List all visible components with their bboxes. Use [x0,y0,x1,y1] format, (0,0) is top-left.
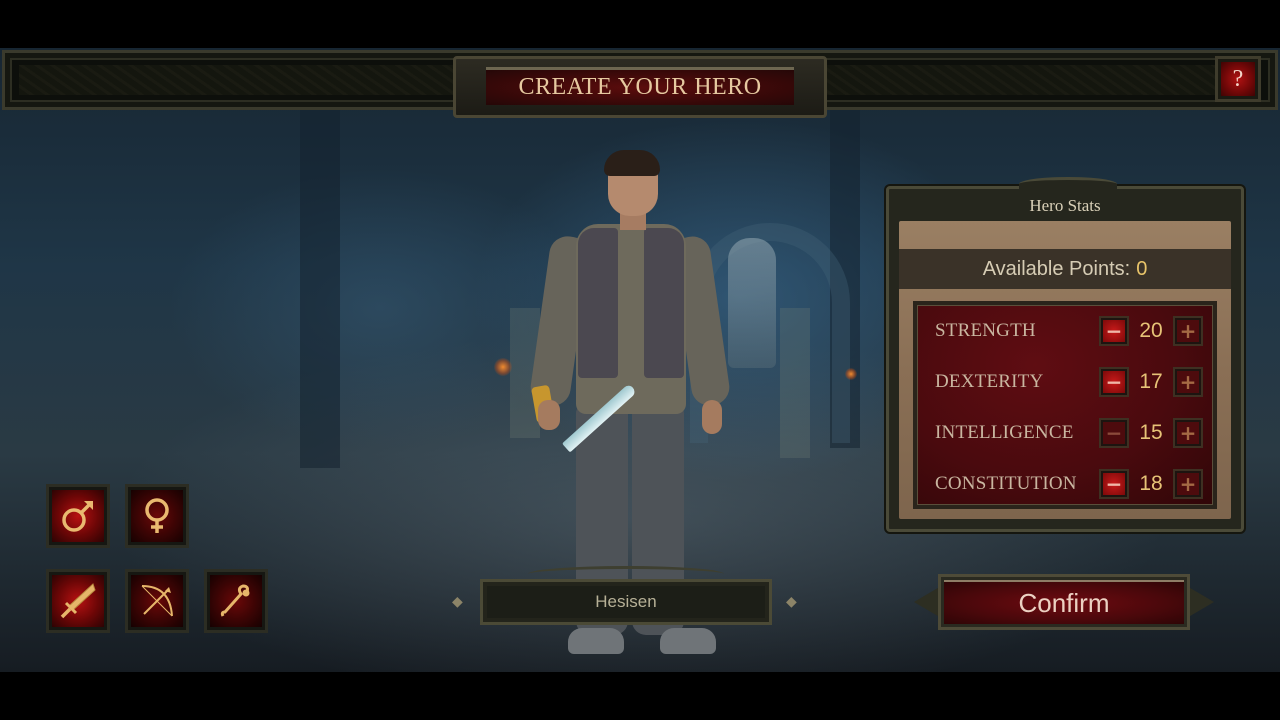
gender-female-button[interactable] [125,484,189,548]
decrease-dexterity-button[interactable]: − [1099,367,1129,397]
hero-hand [702,400,722,434]
ornament-left-icon: ◆ [452,594,463,610]
staff-icon [220,584,250,617]
stat-value: 17 [1139,370,1163,393]
hero-hair [604,150,660,176]
plus-icon: + [1177,421,1199,445]
help-button[interactable]: ? [1215,56,1261,102]
stat-value: 15 [1139,421,1163,444]
hero-boot [568,628,624,654]
minus-icon: − [1103,472,1125,496]
title-plate: CREATE YOUR HERO [453,56,827,118]
title-banner: CREATE YOUR HERO [486,67,794,105]
stat-row-intelligence: INTELLIGENCE − 15 + [935,413,1203,453]
minus-icon: − [1103,421,1125,445]
stats-parchment: Available Points: 0 STRENGTH − 20 + DEXT… [899,221,1231,519]
hero-name-text: Hesisen [487,586,765,618]
hero-stats-panel: Hero Stats Available Points: 0 STRENGTH … [886,177,1244,532]
increase-constitution-button[interactable]: + [1173,469,1203,499]
stats-list: STRENGTH − 20 + DEXTERITY − 17 + INTELLI… [913,301,1217,509]
stat-label: INTELLIGENCE [935,422,1074,443]
class-mage-button[interactable] [204,569,268,633]
plus-icon: + [1177,370,1199,394]
class-warrior-button[interactable] [46,569,110,633]
decrease-strength-button[interactable]: − [1099,316,1129,346]
stat-row-constitution: CONSTITUTION − 18 + [935,464,1203,504]
stat-label: CONSTITUTION [935,473,1077,494]
stat-row-strength: STRENGTH − 20 + [935,311,1203,351]
available-points-value: 0 [1136,257,1148,280]
panel-crest [1019,177,1117,191]
minus-icon: − [1103,319,1125,343]
bow-arrow-icon [141,585,173,617]
hero-vest [644,228,684,378]
ornament-right-icon: ◆ [786,594,797,610]
plus-icon: + [1177,319,1199,343]
stat-value: 18 [1139,472,1163,495]
confirm-button-label: Confirm [944,580,1184,624]
minus-icon: − [1103,370,1125,394]
stat-value: 20 [1139,319,1163,342]
torch-flame [494,358,512,376]
increase-intelligence-button[interactable]: + [1173,418,1203,448]
decrease-intelligence-button[interactable]: − [1099,418,1129,448]
increase-dexterity-button[interactable]: + [1173,367,1203,397]
stat-label: DEXTERITY [935,371,1044,392]
stat-row-dexterity: DEXTERITY − 17 + [935,362,1203,402]
stat-label: STRENGTH [935,320,1036,341]
decrease-constitution-button[interactable]: − [1099,469,1129,499]
hero-stats-title: Hero Stats [1029,196,1101,215]
hero-hand [538,400,560,430]
torch-flame [845,368,857,380]
confirm-button-frame: Confirm [914,572,1214,632]
hero-boot [660,628,716,654]
background-pillar [300,88,340,468]
plus-icon: + [1177,472,1199,496]
hero-vest [578,228,618,378]
class-archer-button[interactable] [125,569,189,633]
sword-icon [60,583,96,619]
confirm-button[interactable]: Confirm [938,574,1190,630]
gender-male-button[interactable] [46,484,110,548]
question-mark-icon: ? [1221,62,1255,96]
male-symbol-icon [62,501,93,532]
available-points: Available Points: 0 [899,249,1231,289]
female-symbol-icon [145,498,169,533]
hero-name-field[interactable]: Hesisen [480,579,772,625]
available-points-label: Available Points: [982,257,1131,280]
page-title: CREATE YOUR HERO [518,74,762,100]
increase-strength-button[interactable]: + [1173,316,1203,346]
